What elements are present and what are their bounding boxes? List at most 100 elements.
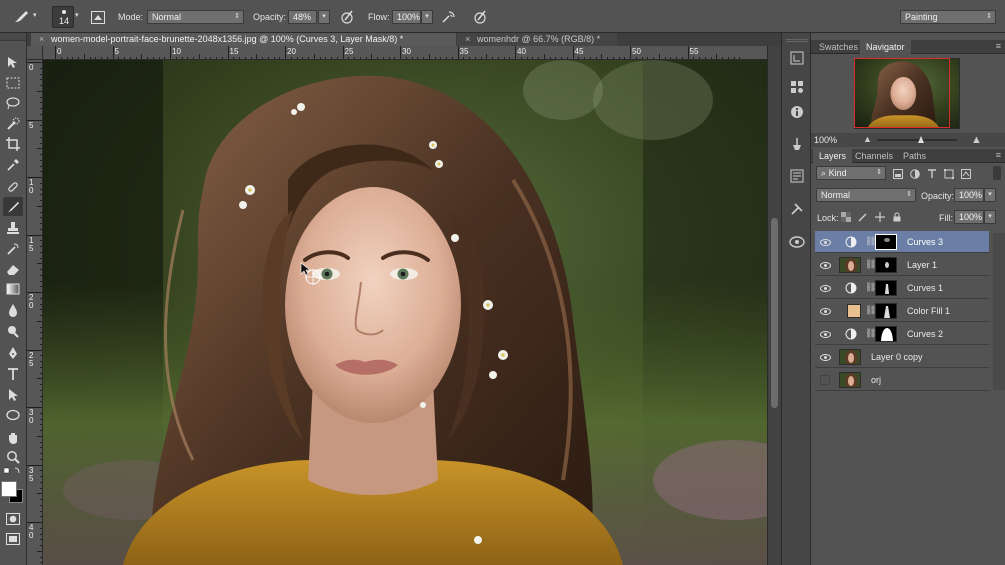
foreground-color-swatch[interactable] (1, 481, 17, 497)
workspace-switcher[interactable]: Painting ⇕ (900, 10, 996, 24)
actions-panel-icon[interactable] (788, 78, 806, 96)
info-panel-icon[interactable] (788, 103, 806, 121)
pressure-opacity-icon[interactable] (338, 8, 356, 26)
panel-menu-icon[interactable]: ≡ (996, 150, 1001, 160)
layer-row-curves-1[interactable]: ⛓ Curves 1 (815, 277, 989, 299)
chevron-down-icon[interactable]: ▾ (33, 11, 37, 19)
layer-filter-dropdown[interactable]: ⌕ Kind ⇕ (816, 166, 886, 180)
layer-row-curves-2[interactable]: ⛓ Curves 2 (815, 323, 989, 345)
layer-name[interactable]: Curves 3 (907, 231, 943, 253)
eye-icon[interactable] (819, 259, 831, 271)
tab-paths[interactable]: Paths (897, 149, 932, 163)
panel-grip[interactable] (0, 33, 26, 41)
layer-row-orj[interactable]: orj (815, 369, 989, 391)
layer-mask-thumbnail[interactable] (875, 326, 897, 342)
lock-position-icon[interactable] (875, 212, 885, 222)
color-fill-swatch[interactable] (847, 304, 861, 318)
chevron-down-icon[interactable]: ▾ (75, 11, 79, 19)
panel-menu-icon[interactable]: ≡ (996, 41, 1001, 51)
close-icon[interactable]: × (39, 33, 44, 46)
eye-icon[interactable] (819, 328, 831, 340)
doc-tab-active[interactable]: × women-model-portrait-face-brunette-204… (31, 33, 456, 46)
flow-field[interactable]: 100% (392, 10, 421, 24)
scrollbar-thumb[interactable] (771, 218, 778, 408)
clone-stamp-tool-icon[interactable] (3, 218, 23, 237)
blend-mode-dropdown[interactable]: Normal ⇕ (816, 188, 916, 202)
layer-opacity-toggle[interactable]: ▾ (984, 188, 996, 202)
filter-smart-object-icon[interactable] (961, 169, 971, 179)
lock-pixels-icon[interactable] (858, 212, 868, 222)
airbrush-icon[interactable] (440, 8, 458, 26)
move-tool-icon[interactable] (3, 53, 23, 72)
fill-toggle[interactable]: ▾ (984, 210, 996, 224)
pressure-size-icon[interactable] (471, 8, 489, 26)
screen-mode-icon[interactable] (3, 529, 23, 548)
layer-opacity-field[interactable]: 100% (954, 188, 984, 202)
shape-tool-icon[interactable] (3, 405, 23, 424)
history-brush-tool-icon[interactable] (3, 239, 23, 258)
flow-slider-toggle[interactable]: ▾ (421, 10, 433, 24)
brush-tool-preset-icon[interactable] (12, 8, 30, 26)
marquee-tool-icon[interactable] (3, 73, 23, 92)
opacity-field[interactable]: 48% (288, 10, 317, 24)
eye-icon[interactable] (819, 282, 831, 294)
filter-pixel-icon[interactable] (893, 169, 903, 179)
ruler-origin[interactable] (27, 46, 43, 60)
dodge-tool-icon[interactable] (3, 321, 23, 340)
pen-tool-icon[interactable] (3, 343, 23, 362)
mode-dropdown[interactable]: Normal ⇕ (147, 10, 244, 24)
layers-scrollbar[interactable] (993, 233, 1005, 390)
layer-name[interactable]: Curves 2 (907, 323, 943, 345)
layer-mask-thumbnail[interactable] (875, 257, 897, 273)
document-canvas[interactable] (43, 60, 767, 565)
hand-tool-icon[interactable] (3, 428, 23, 447)
filter-toggle-switch[interactable] (993, 166, 1001, 180)
filter-type-icon[interactable] (927, 169, 937, 179)
layer-name[interactable]: Curves 1 (907, 277, 943, 299)
crop-tool-icon[interactable] (3, 134, 23, 153)
lasso-tool-icon[interactable] (3, 93, 23, 112)
horizontal-ruler[interactable]: 0 5 10 15 20 25 30 35 40 45 50 55 (43, 46, 767, 60)
tab-navigator[interactable]: Navigator (860, 40, 911, 54)
brush-panel-toggle-icon[interactable] (89, 8, 107, 26)
visibility-off-box[interactable] (820, 375, 830, 385)
tool-presets-panel-icon[interactable] (788, 200, 806, 218)
quick-selection-tool-icon[interactable] (3, 114, 23, 133)
zoom-tool-icon[interactable] (3, 447, 23, 466)
filter-shape-icon[interactable] (944, 169, 954, 179)
lock-transparency-icon[interactable] (841, 212, 851, 222)
tab-swatches[interactable]: Swatches (813, 40, 864, 54)
layer-mask-thumbnail[interactable] (875, 303, 897, 319)
navigator-view-box[interactable] (854, 58, 950, 128)
zoom-out-icon[interactable]: ▲ (863, 134, 872, 144)
swap-colors-icon[interactable] (3, 465, 23, 477)
tab-layers[interactable]: Layers (813, 149, 853, 163)
gradient-tool-icon[interactable] (3, 279, 23, 298)
layer-mask-thumbnail[interactable] (875, 280, 897, 296)
zoom-in-icon[interactable]: ▲ (971, 134, 982, 146)
layer-name[interactable]: Layer 1 (907, 254, 937, 276)
history-panel-icon[interactable] (788, 49, 806, 67)
opacity-slider-toggle[interactable]: ▾ (318, 10, 330, 24)
layer-row-layer-0-copy[interactable]: Layer 0 copy (815, 346, 989, 368)
layer-mask-thumbnail[interactable] (875, 234, 897, 250)
brush-tool-icon[interactable] (3, 197, 23, 216)
canvas-vertical-scrollbar[interactable] (767, 46, 781, 565)
eye-icon[interactable] (819, 236, 831, 248)
eye-icon[interactable] (819, 305, 831, 317)
zoom-slider-track[interactable] (877, 139, 957, 141)
layer-row-layer-1[interactable]: ⛓ Layer 1 (815, 254, 989, 276)
layer-name[interactable]: Layer 0 copy (871, 346, 923, 368)
healing-brush-tool-icon[interactable] (3, 177, 23, 196)
quick-mask-icon[interactable] (3, 509, 23, 528)
properties-panel-icon[interactable] (788, 167, 806, 185)
tab-channels[interactable]: Channels (849, 149, 899, 163)
lock-all-icon[interactable] (892, 212, 902, 222)
close-icon[interactable]: × (465, 33, 470, 46)
layer-name[interactable]: orj (871, 369, 881, 391)
eye-icon[interactable] (819, 351, 831, 363)
vertical-ruler[interactable]: 0 5 1 0 1 5 2 0 2 5 3 0 3 5 4 0 (27, 60, 43, 565)
layer-name[interactable]: Color Fill 1 (907, 300, 950, 322)
dock-grip[interactable] (786, 39, 808, 42)
layer-thumbnail[interactable] (839, 372, 861, 388)
